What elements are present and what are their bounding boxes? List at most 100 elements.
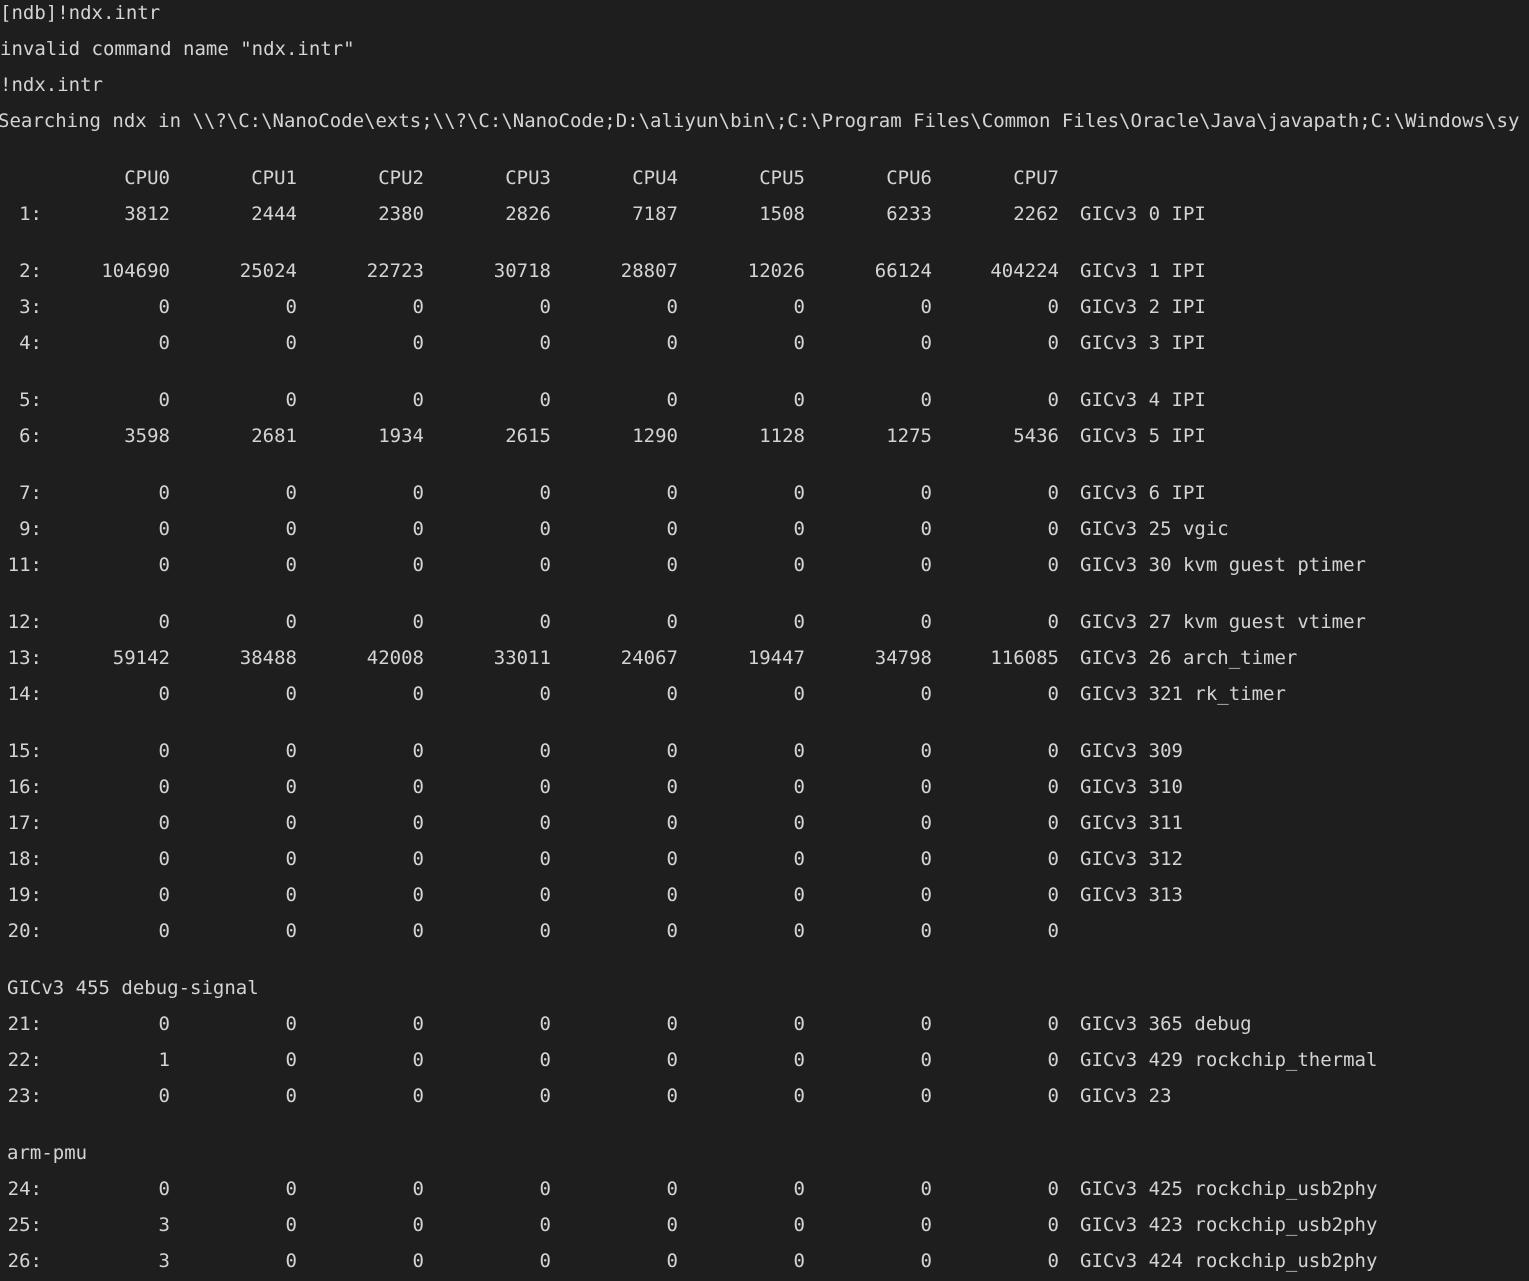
irq-number: 26: — [7, 1250, 42, 1272]
irq-count-cpu0: 0 — [158, 1178, 170, 1200]
irq-count-cpu3: 0 — [539, 848, 551, 870]
irq-count-cpu1: 0 — [285, 683, 297, 705]
irq-count-cpu7: 0 — [1047, 740, 1059, 762]
irq-count-cpu0: 104690 — [101, 260, 170, 282]
table-row: 13: 59142 38488 42008 33011 24067 19447 34798 11… — [0, 645, 1529, 671]
irq-count-cpu0: 0 — [158, 812, 170, 834]
irq-count-cpu3: 0 — [539, 389, 551, 411]
irq-description: GICv3 23 — [1080, 1085, 1172, 1107]
irq-count-cpu2: 22723 — [366, 260, 424, 282]
irq-count-cpu5: 0 — [793, 1178, 805, 1200]
irq-count-cpu6: 1275 — [886, 425, 932, 447]
irq-count-cpu0: 0 — [158, 1085, 170, 1107]
irq-count-cpu6: 0 — [920, 1214, 932, 1236]
irq-description: GICv3 310 — [1080, 776, 1183, 798]
irq-count-cpu3: 0 — [539, 740, 551, 762]
irq-count-cpu0: 3 — [158, 1250, 170, 1272]
irq-count-cpu0: 0 — [158, 554, 170, 576]
irq-count-cpu5: 19447 — [747, 647, 805, 669]
irq-count-cpu5: 0 — [793, 884, 805, 906]
irq-count-cpu1: 0 — [285, 1250, 297, 1272]
irq-count-cpu0: 59142 — [112, 647, 170, 669]
irq-count-cpu0: 0 — [158, 1013, 170, 1035]
irq-count-cpu6: 66124 — [874, 260, 932, 282]
irq-number: 17: — [7, 812, 42, 834]
table-row: 4: 0 0 0 0 0 0 0 0 GICv3 3 IPI — [0, 330, 1529, 356]
irq-number: 4: — [19, 332, 42, 354]
irq-count-cpu4: 0 — [666, 1013, 678, 1035]
irq-count-cpu6: 34798 — [874, 647, 932, 669]
irq-count-cpu6: 0 — [920, 611, 932, 633]
irq-count-cpu2: 0 — [412, 554, 424, 576]
irq-description: GICv3 25 vgic — [1080, 518, 1229, 540]
irq-count-cpu1: 0 — [285, 740, 297, 762]
irq-number: 11: — [7, 554, 42, 576]
irq-count-cpu2: 0 — [412, 1049, 424, 1071]
irq-count-cpu0: 0 — [158, 920, 170, 942]
irq-number: 2: — [19, 260, 42, 282]
irq-count-cpu1: 0 — [285, 296, 297, 318]
irq-count-cpu2: 0 — [412, 611, 424, 633]
irq-count-cpu3: 33011 — [493, 647, 551, 669]
irq-count-cpu2: 0 — [412, 683, 424, 705]
irq-count-cpu7: 0 — [1047, 1049, 1059, 1071]
irq-count-cpu4: 7187 — [632, 203, 678, 225]
table-row: 23: 0 0 0 0 0 0 0 0 GICv3 23 — [0, 1083, 1529, 1109]
irq-count-cpu2: 42008 — [366, 647, 424, 669]
irq-count-cpu1: 2681 — [251, 425, 297, 447]
irq-count-cpu0: 3598 — [124, 425, 170, 447]
irq-count-cpu1: 0 — [285, 1013, 297, 1035]
irq-count-cpu0: 0 — [158, 482, 170, 504]
irq-count-cpu5: 0 — [793, 740, 805, 762]
irq-count-cpu5: 12026 — [747, 260, 805, 282]
irq-count-cpu0: 0 — [158, 776, 170, 798]
irq-count-cpu7: 0 — [1047, 884, 1059, 906]
irq-description: GICv3 312 — [1080, 848, 1183, 870]
table-row: 11: 0 0 0 0 0 0 0 0 GICv3 30 kvm guest ptimer — [0, 552, 1529, 578]
irq-description: GICv3 321 rk_timer — [1080, 683, 1286, 705]
irq-count-cpu4: 0 — [666, 554, 678, 576]
irq-count-cpu7: 404224 — [990, 260, 1059, 282]
irq-count-cpu4: 0 — [666, 1214, 678, 1236]
irq-count-cpu5: 0 — [793, 296, 805, 318]
irq-count-cpu3: 0 — [539, 1049, 551, 1071]
irq-count-cpu4: 0 — [666, 1049, 678, 1071]
console-output[interactable]: [ndb]!ndx.intr invalid command name "ndx… — [0, 0, 1529, 1281]
irq-count-cpu4: 24067 — [620, 647, 678, 669]
irq-description: GICv3 4 IPI — [1080, 389, 1206, 411]
irq-number: 7: — [19, 482, 42, 504]
irq-count-cpu2: 0 — [412, 1013, 424, 1035]
irq-description: GICv3 365 debug — [1080, 1013, 1252, 1035]
cpu-header: CPU2 — [378, 167, 424, 189]
irq-count-cpu3: 0 — [539, 812, 551, 834]
irq-count-cpu6: 0 — [920, 554, 932, 576]
irq-description: GICv3 3 IPI — [1080, 332, 1206, 354]
irq-number: 13: — [7, 647, 42, 669]
irq-count-cpu0: 0 — [158, 683, 170, 705]
table-row: 5: 0 0 0 0 0 0 0 0 GICv3 4 IPI — [0, 387, 1529, 413]
irq-count-cpu0: 0 — [158, 332, 170, 354]
irq-count-cpu0: 0 — [158, 389, 170, 411]
irq-count-cpu6: 0 — [920, 332, 932, 354]
table-row: 22: 1 0 0 0 0 0 0 0 GICv3 429 rockchip_thermal — [0, 1047, 1529, 1073]
irq-count-cpu0: 3812 — [124, 203, 170, 225]
table-row: 26: 3 0 0 0 0 0 0 0 GICv3 424 rockchip_usb2phy — [0, 1248, 1529, 1274]
irq-number: 25: — [7, 1214, 42, 1236]
irq-count-cpu2: 0 — [412, 482, 424, 504]
console-line: Searching ndx in \\?\C:\NanoCode\exts;\\… — [0, 110, 1520, 132]
irq-count-cpu6: 0 — [920, 884, 932, 906]
irq-count-cpu4: 0 — [666, 518, 678, 540]
irq-count-cpu1: 0 — [285, 554, 297, 576]
irq-count-cpu2: 0 — [412, 296, 424, 318]
irq-count-cpu1: 0 — [285, 482, 297, 504]
irq-count-cpu0: 0 — [158, 884, 170, 906]
irq-description: GICv3 0 IPI — [1080, 203, 1206, 225]
irq-count-cpu0: 0 — [158, 296, 170, 318]
irq-count-cpu2: 0 — [412, 332, 424, 354]
cpu-header: CPU0 — [124, 167, 170, 189]
console-line: !ndx.intr — [0, 74, 103, 96]
irq-count-cpu7: 0 — [1047, 296, 1059, 318]
irq-count-cpu7: 0 — [1047, 1214, 1059, 1236]
irq-count-cpu7: 5436 — [1013, 425, 1059, 447]
irq-count-cpu4: 0 — [666, 884, 678, 906]
